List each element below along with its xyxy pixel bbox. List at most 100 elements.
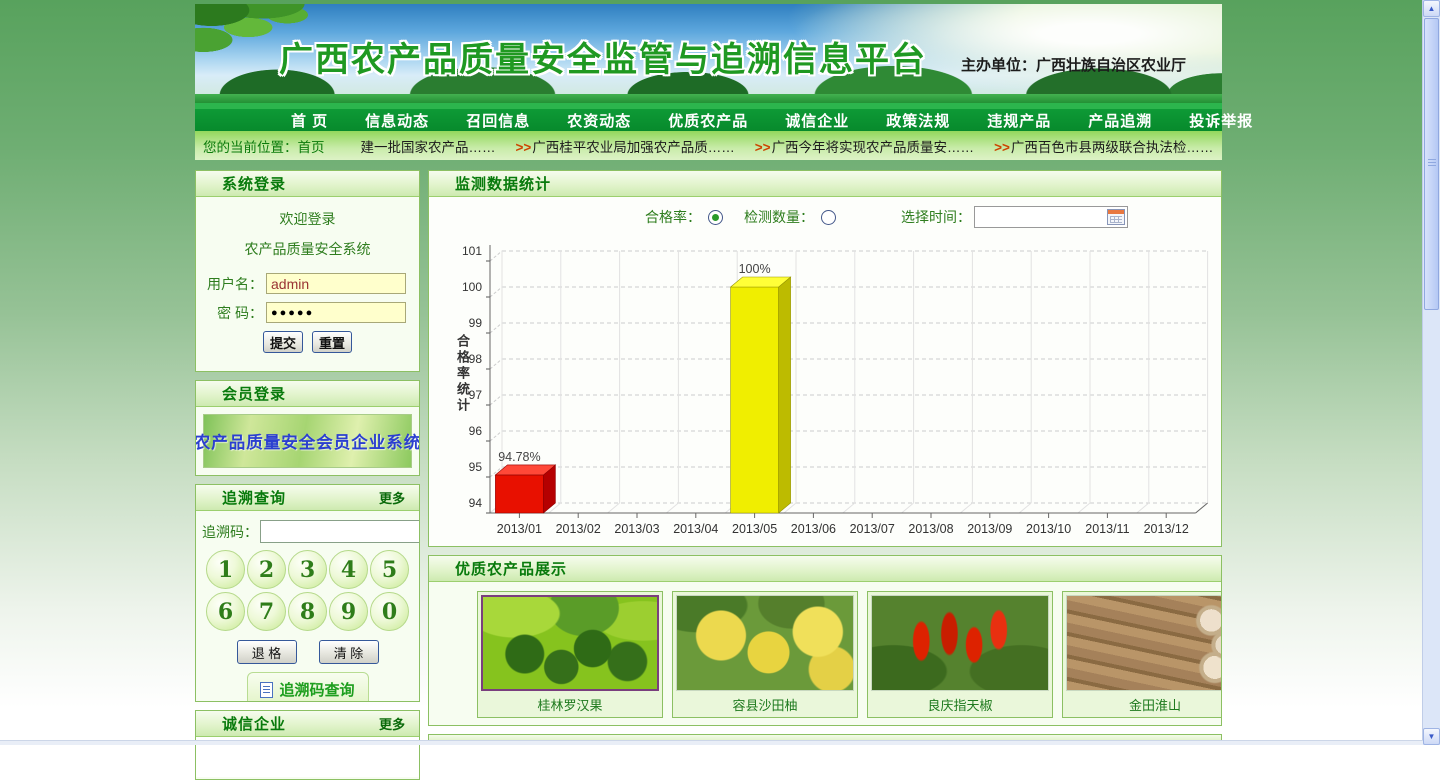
bottom-edge-strip [0,740,1423,745]
svg-text:2013/05: 2013/05 [732,522,777,536]
password-label: 密 码： [217,303,263,323]
welcome-line-2: 农产品质量安全系统 [196,239,419,259]
keypad-key-2[interactable]: 2 [247,550,286,589]
product-card-3[interactable]: 良庆指天椒 [867,591,1053,718]
member-login-panel: 会员登录 农产品质量安全会员企业系统 [195,380,420,476]
svg-text:2013/04: 2013/04 [673,522,718,536]
scroll-down-button[interactable]: ▼ [1423,728,1440,745]
svg-text:100%: 100% [739,262,771,276]
member-login-title: 会员登录 [222,383,286,404]
site-banner: 广西农产品质量安全监管与追溯信息平台 主办单位：广西壮族自治区农业厅 [195,4,1222,103]
svg-text:2013/01: 2013/01 [497,522,542,536]
keypad-key-1[interactable]: 1 [206,550,245,589]
svg-text:2013/08: 2013/08 [908,522,953,536]
main-nav: 首 页信息动态召回信息农资动态优质农产品诚信企业政策法规违规产品产品追溯投诉举报 [195,103,1222,131]
username-label: 用户名： [207,274,263,294]
welcome-line-1: 欢迎登录 [196,209,419,229]
test-count-label: 检测数量： [744,207,814,227]
banner-grass-strip [195,94,1222,103]
chart-area: 合格率统计 9495969798991001012013/012013/0220… [429,236,1221,544]
keypad-key-8[interactable]: 8 [288,592,327,631]
product-card-2[interactable]: 容县沙田柚 [672,591,858,718]
scrollbar-thumb[interactable] [1424,18,1439,310]
nav-item-10[interactable]: 投诉举报 [1189,110,1253,131]
trace-code-query-button[interactable]: 追溯码查询 [247,672,369,702]
system-login-body: 欢迎登录 农产品质量安全系统 用户名： 密 码： 提交 重置 [196,209,419,353]
product-image-pomelo [676,595,854,691]
product-image-chili [871,595,1049,691]
product-name: 良庆指天椒 [871,694,1049,714]
products-panel-title: 优质农产品展示 [455,558,567,579]
nav-item-4[interactable]: 农资动态 [567,110,631,131]
nav-item-6[interactable]: 诚信企业 [785,110,849,131]
username-field[interactable] [266,273,406,294]
scroll-up-button[interactable]: ▲ [1423,0,1440,17]
nav-item-9[interactable]: 产品追溯 [1088,110,1152,131]
main-column: 监测数据统计 合格率： 检测数量： 选择时间： 合格 [428,170,1222,744]
clear-button[interactable]: 清 除 [319,640,379,664]
trace-keypad-actions: 退 格 清 除 [196,640,419,664]
nav-item-1[interactable]: 首 页 [291,110,328,131]
svg-text:2013/11: 2013/11 [1085,522,1129,536]
svg-text:99: 99 [469,316,483,330]
nav-item-2[interactable]: 信息动态 [365,110,429,131]
date-input[interactable] [975,207,1109,227]
nav-item-8[interactable]: 违规产品 [987,110,1051,131]
password-field[interactable] [266,302,406,323]
honest-enterprise-more-link[interactable]: 更多 [379,714,405,733]
vertical-scrollbar[interactable]: ▲ ▼ [1422,0,1440,745]
nav-item-7[interactable]: 政策法规 [886,110,950,131]
ticker-news-item[interactable]: 建一批国家农产品…… [361,136,496,156]
ticker-news-item[interactable]: >>广西百色市县两级联合执法检…… [994,136,1213,156]
ticker-arrow-icon: >> [755,140,771,155]
product-name: 金田淮山 [1066,694,1222,714]
system-login-title: 系统登录 [222,173,286,194]
member-system-banner[interactable]: 农产品质量安全会员企业系统 [203,414,412,468]
username-row: 用户名： [196,273,419,294]
svg-text:2013/06: 2013/06 [791,522,836,536]
member-login-header: 会员登录 [196,381,419,407]
svg-text:101: 101 [462,244,482,258]
svg-text:2013/03: 2013/03 [614,522,659,536]
pass-rate-radio[interactable] [708,210,723,225]
keypad-key-0[interactable]: 0 [370,592,409,631]
products-panel-header: 优质农产品展示 [429,556,1221,582]
monitor-chart: 9495969798991001012013/012013/022013/032… [435,236,1222,542]
honest-enterprise-panel: 诚信企业 更多 [195,710,420,780]
product-list: 桂林罗汉果容县沙田柚良庆指天椒金田淮山 [429,582,1221,718]
trace-query-header: 追溯查询 更多 [196,485,419,511]
honest-enterprise-header: 诚信企业 更多 [196,711,419,737]
site-organizer: 主办单位：广西壮族自治区农业厅 [961,54,1186,75]
date-picker [974,206,1128,228]
product-card-1[interactable]: 桂林罗汉果 [477,591,663,718]
submit-button[interactable]: 提交 [263,331,303,353]
product-card-4[interactable]: 金田淮山 [1062,591,1222,718]
ticker-arrow-icon: >> [516,140,532,155]
select-time-label: 选择时间： [901,207,971,227]
keypad-key-7[interactable]: 7 [247,592,286,631]
trace-code-label: 追溯码： [202,522,258,542]
products-panel: 优质农产品展示 桂林罗汉果容县沙田柚良庆指天椒金田淮山 [428,555,1222,726]
scrollbar-grip [1428,159,1436,168]
keypad-key-4[interactable]: 4 [329,550,368,589]
test-count-radio[interactable] [821,210,836,225]
keypad-key-6[interactable]: 6 [206,592,245,631]
nav-item-3[interactable]: 召回信息 [466,110,530,131]
system-login-panel: 系统登录 欢迎登录 农产品质量安全系统 用户名： 密 码： [195,170,420,372]
chart-controls: 合格率： 检测数量： 选择时间： [429,197,1221,228]
ticker-news-item[interactable]: >>广西桂平农业局加强农产品质…… [516,136,735,156]
trace-query-more-link[interactable]: 更多 [379,488,405,507]
monitor-panel-header: 监测数据统计 [429,171,1221,197]
trace-code-input[interactable] [260,520,420,543]
reset-button[interactable]: 重置 [312,331,352,353]
ticker-news-item[interactable]: >>广西今年将实现农产品质量安…… [755,136,974,156]
nav-item-5[interactable]: 优质农产品 [668,110,748,131]
svg-text:94: 94 [469,496,483,510]
keypad-key-5[interactable]: 5 [370,550,409,589]
keypad-key-3[interactable]: 3 [288,550,327,589]
trace-keypad: 12345 67890 [196,545,419,631]
content-columns: 系统登录 欢迎登录 农产品质量安全系统 用户名： 密 码： [195,170,1222,780]
keypad-key-9[interactable]: 9 [329,592,368,631]
calendar-icon[interactable] [1107,209,1125,225]
backspace-button[interactable]: 退 格 [237,640,297,664]
